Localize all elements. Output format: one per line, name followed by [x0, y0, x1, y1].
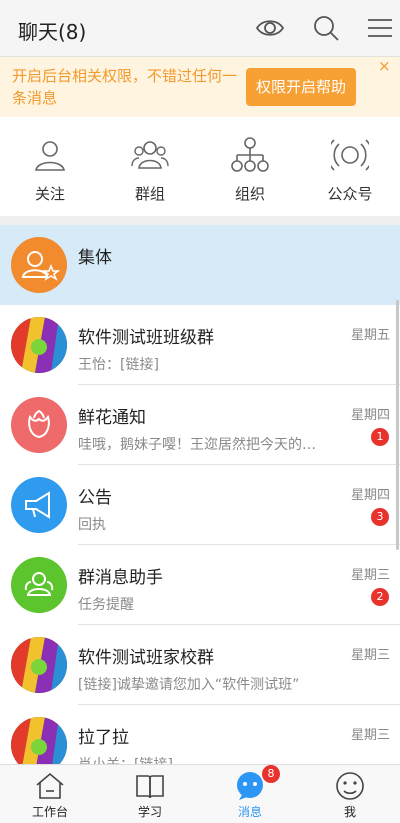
unread-badge: 2	[371, 588, 389, 606]
house-icon	[36, 772, 64, 799]
quick-actions: 关注 群组 组织 公众号	[0, 118, 400, 216]
tab-label: 消息	[237, 805, 262, 819]
megaphone-icon	[25, 491, 50, 519]
unread-badge: 3	[371, 508, 389, 526]
tab-study[interactable]: 学习	[100, 765, 200, 823]
permission-help-button[interactable]: 权限开启帮助	[246, 68, 356, 106]
chat-name: 鲜花通知	[78, 408, 146, 428]
top-bar: 聊天(8)	[0, 0, 400, 57]
bottom-tab-bar: 工作台 学习 8 消息 我	[0, 764, 400, 823]
chat-time: 星期三	[350, 728, 390, 743]
quick-groups[interactable]: 群组	[100, 118, 200, 216]
chat-row-flower-notice[interactable]: 鲜花通知 哇哦，鹅妹子嘤！王迩居然把今天的… 星期四 1	[0, 385, 400, 465]
menu-icon[interactable]	[364, 12, 396, 44]
avatar	[11, 237, 67, 293]
chat-name: 群消息助手	[78, 568, 163, 588]
chat-row-announcement[interactable]: 公告 回执 星期四 3	[0, 465, 400, 545]
quick-label: 群组	[134, 185, 165, 203]
search-icon[interactable]	[310, 12, 342, 44]
chat-preview: 哇哦，鹅妹子嘤！王迩居然把今天的…	[78, 437, 316, 453]
avatar	[11, 477, 67, 533]
chat-preview: [链接]诚挚邀请您加入“软件测试班”	[78, 677, 300, 693]
chat-time: 星期三	[350, 648, 390, 663]
quick-official-accounts[interactable]: 公众号	[300, 118, 400, 216]
tab-label: 我	[343, 805, 356, 819]
chat-time: 星期三	[350, 568, 390, 583]
eye-icon[interactable]	[254, 12, 286, 44]
colorful-photo	[11, 317, 67, 373]
group-assistant-icon	[24, 572, 54, 596]
tab-me[interactable]: 我	[300, 765, 400, 823]
banner-text: 开启后台相关权限，不错过任何一条消息	[12, 67, 238, 107]
chat-preview: 王怡：[链接]	[78, 357, 159, 373]
quick-organization[interactable]: 组织	[200, 118, 300, 216]
chat-time: 星期四	[350, 408, 390, 423]
chat-row-home-school-group[interactable]: 软件测试班家校群 [链接]诚挚邀请您加入“软件测试班” 星期三	[0, 625, 400, 705]
chat-row-group-assistant[interactable]: 群消息助手 任务提醒 星期三 2	[0, 545, 400, 625]
colorful-photo	[11, 637, 67, 693]
org-chart-icon	[231, 137, 269, 172]
section-divider	[0, 216, 400, 225]
book-icon	[136, 775, 164, 799]
chat-preview: 任务提醒	[78, 597, 134, 613]
chat-preview: 回执	[78, 517, 106, 533]
quick-label: 公众号	[327, 185, 373, 203]
chat-time: 星期五	[350, 328, 390, 343]
scrollbar[interactable]	[396, 300, 399, 550]
chat-time: 星期四	[350, 488, 390, 503]
avatar	[11, 637, 67, 693]
broadcast-icon	[331, 139, 369, 171]
chat-name: 拉了拉	[78, 728, 129, 748]
chat-row-class-group[interactable]: 软件测试班班级群 王怡：[链接] 星期五	[0, 305, 400, 385]
chat-name: 公告	[78, 488, 112, 508]
close-icon[interactable]: ×	[378, 57, 394, 75]
group-icon	[131, 141, 169, 169]
page-title: 聊天(8)	[18, 20, 87, 44]
tab-label: 工作台	[31, 805, 68, 819]
profile-icon	[336, 772, 364, 800]
avatar	[11, 397, 67, 453]
tab-label: 学习	[137, 805, 162, 819]
chat-row-collective[interactable]: 集体	[0, 225, 400, 305]
flower-icon	[28, 409, 50, 439]
chat-name: 软件测试班班级群	[78, 328, 214, 348]
tab-badge: 8	[262, 765, 280, 783]
quick-follow[interactable]: 关注	[0, 118, 100, 216]
chat-name: 集体	[78, 248, 112, 268]
unread-badge: 1	[371, 428, 389, 446]
avatar	[11, 317, 67, 373]
quick-label: 关注	[34, 185, 65, 203]
permission-banner: 开启后台相关权限，不错过任何一条消息 权限开启帮助 ×	[0, 57, 400, 117]
chat-name: 软件测试班家校群	[78, 648, 214, 668]
group-star-icon	[21, 251, 61, 281]
person-icon	[35, 141, 65, 171]
quick-label: 组织	[234, 185, 265, 203]
tab-messages[interactable]: 8 消息	[200, 765, 300, 823]
avatar	[11, 557, 67, 613]
tab-workbench[interactable]: 工作台	[0, 765, 100, 823]
